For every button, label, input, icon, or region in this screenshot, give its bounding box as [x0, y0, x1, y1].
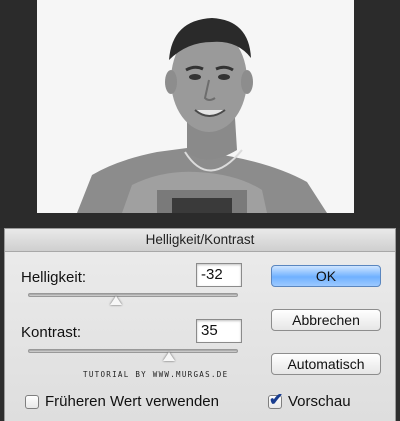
use-previous-checkbox[interactable]	[25, 395, 39, 409]
brightness-label: Helligkeit:	[21, 269, 87, 286]
contrast-input[interactable]: 35	[196, 319, 242, 343]
brightness-contrast-dialog: Helligkeit/Kontrast Helligkeit: -32 Kont…	[4, 228, 396, 421]
contrast-label: Kontrast:	[21, 324, 82, 341]
ok-button[interactable]: OK	[271, 265, 381, 287]
auto-button[interactable]: Automatisch	[271, 353, 381, 375]
preview-label: Vorschau	[288, 393, 351, 410]
contrast-slider-thumb[interactable]	[162, 352, 175, 361]
use-previous-label: Früheren Wert verwenden	[45, 393, 219, 410]
watermark-text: TUTORIAL BY WWW.MURGAS.DE	[83, 370, 229, 379]
cancel-button[interactable]: Abbrechen	[271, 309, 381, 331]
brightness-input[interactable]: -32	[196, 263, 242, 287]
contrast-slider-track[interactable]	[28, 349, 238, 353]
portrait-photo	[37, 0, 354, 213]
brightness-slider-thumb[interactable]	[110, 296, 123, 305]
preview-checkbox[interactable]: ✔	[268, 390, 283, 409]
image-canvas	[0, 0, 400, 228]
dialog-title: Helligkeit/Kontrast	[5, 229, 395, 252]
checkmark-icon: ✔	[269, 390, 284, 409]
brightness-slider-track[interactable]	[28, 293, 238, 297]
